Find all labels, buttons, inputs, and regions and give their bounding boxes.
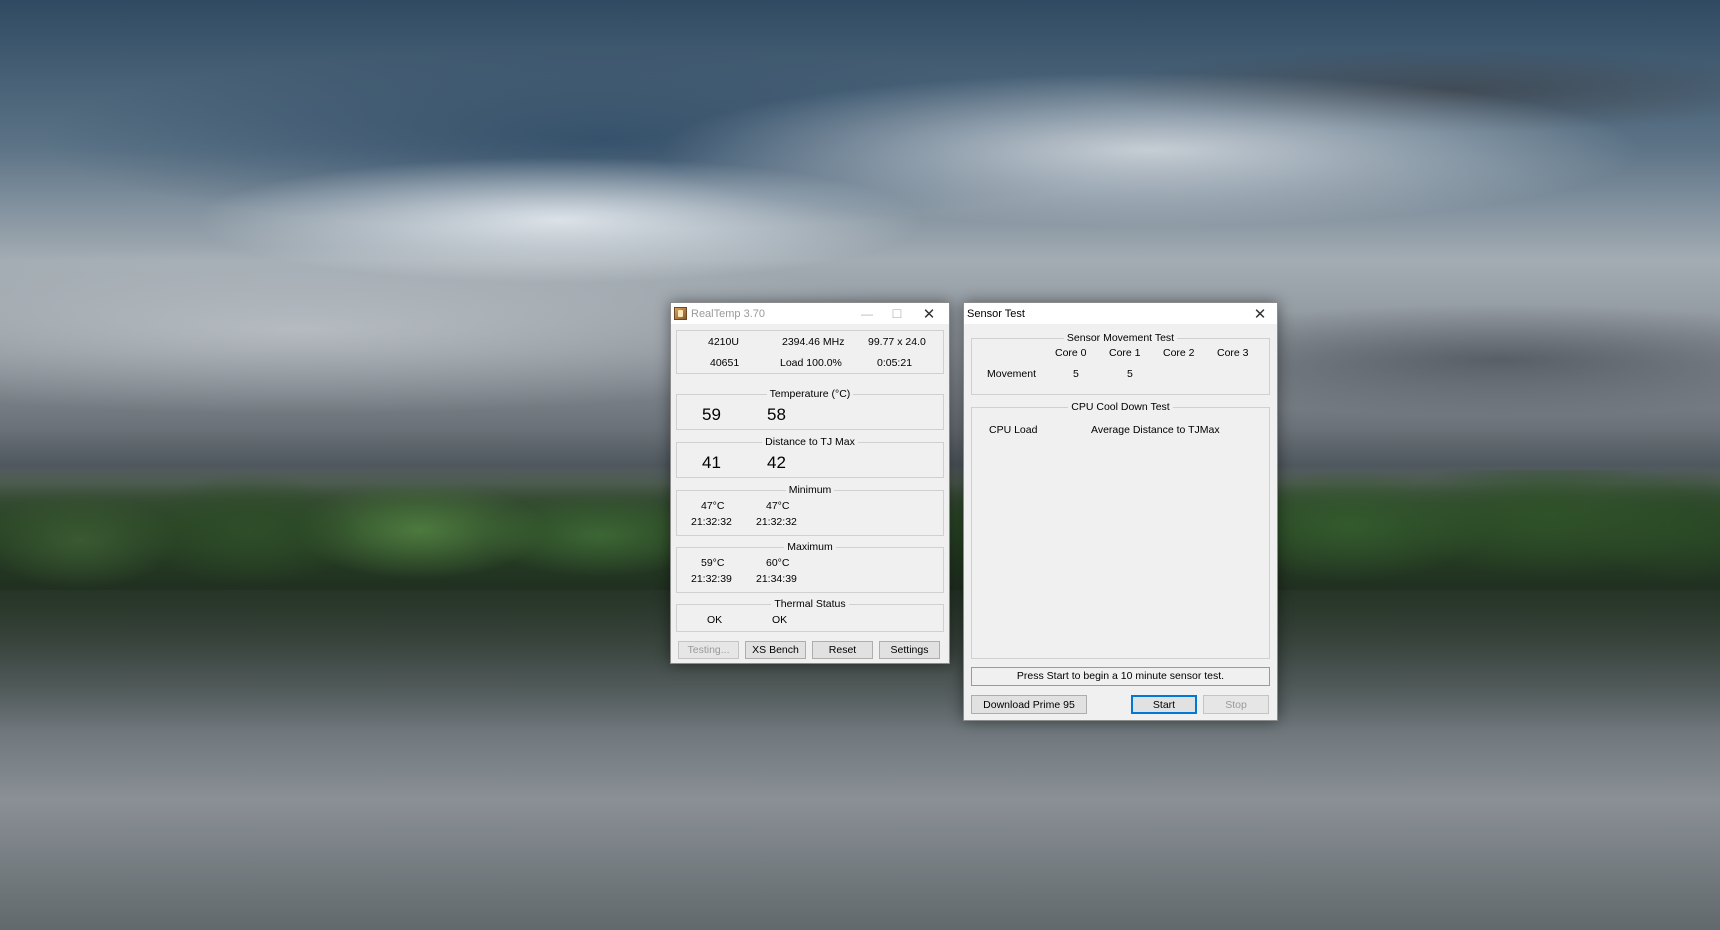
cooldown-label: CPU Cool Down Test [1068,401,1173,413]
core1-max-temp: 60°C [766,557,790,569]
minimum-group: Minimum 47°C 47°C 21:32:32 21:32:32 [676,484,944,536]
core1-max-time: 21:34:39 [756,573,797,585]
distance-label: Distance to TJ Max [762,436,858,448]
core0-distance: 41 [702,453,721,472]
cpu-info-group: 4210U 2394.46 MHz 99.77 x 24.0 40651 Loa… [676,330,944,374]
movement-row-label: Movement [987,368,1037,380]
cpu-vid: 40651 [710,357,740,369]
realtemp-app-icon [674,307,687,320]
minimum-label: Minimum [785,484,835,496]
cpu-load: Load 100.0% [780,357,842,369]
testing-button[interactable]: Testing... [678,641,739,659]
core0-max-time: 21:32:39 [691,573,732,585]
close-icon[interactable]: ✕ [1242,303,1278,324]
movement-value: 5 [1073,368,1079,380]
core1-temperature: 58 [767,405,786,424]
avg-distance-header: Average Distance to TJMax [1091,424,1220,436]
cpu-multiplier: 99.77 x 24.0 [868,336,926,348]
core0-min-time: 21:32:32 [691,516,732,528]
status-message: Press Start to begin a 10 minute sensor … [971,667,1270,686]
core1-thermal-status: OK [772,614,788,626]
uptime: 0:05:21 [877,357,913,369]
realtemp-window: RealTemp 3.70 — ☐ ✕ 4210U 2394.46 MHz 99… [670,302,950,664]
movement-value: 5 [1127,368,1133,380]
sensor-movement-group: Sensor Movement Test Core 0 Core 1 Core … [971,332,1270,395]
core-header: Core 0 [1055,347,1087,359]
sensor-movement-label: Sensor Movement Test [1063,332,1178,344]
core0-temperature: 59 [702,405,721,424]
realtemp-titlebar[interactable]: RealTemp 3.70 — ☐ ✕ [671,303,949,324]
cpu-load-header: CPU Load [989,424,1038,436]
maximize-icon[interactable]: ☐ [879,303,915,324]
settings-button[interactable]: Settings [879,641,940,659]
maximum-label: Maximum [784,541,836,553]
cpu-model: 4210U [708,336,739,348]
start-button[interactable]: Start [1131,695,1197,714]
thermal-status-label: Thermal Status [771,598,849,610]
core0-max-temp: 59°C [701,557,725,569]
xs-bench-button[interactable]: XS Bench [745,641,806,659]
temperature-group: Temperature (°C) 59 58 [676,388,944,430]
sensor-test-titlebar[interactable]: Sensor Test ✕ [964,303,1277,324]
download-prime95-button[interactable]: Download Prime 95 [971,695,1087,714]
sensor-test-window: Sensor Test ✕ Sensor Movement Test Core … [963,302,1278,721]
core-header: Core 2 [1163,347,1195,359]
core-header: Core 3 [1217,347,1249,359]
distance-group: Distance to TJ Max 41 42 [676,436,944,478]
close-icon[interactable]: ✕ [911,303,947,324]
cooldown-group: CPU Cool Down Test CPU Load Average Dist… [971,401,1270,659]
core1-min-temp: 47°C [766,500,790,512]
thermal-status-group: Thermal Status OK OK [676,598,944,632]
core1-distance: 42 [767,453,786,472]
core0-min-temp: 47°C [701,500,725,512]
core1-min-time: 21:32:32 [756,516,797,528]
core-header: Core 1 [1109,347,1141,359]
realtemp-title: RealTemp 3.70 [691,307,765,320]
reset-button[interactable]: Reset [812,641,873,659]
core0-thermal-status: OK [707,614,723,626]
temperature-label: Temperature (°C) [766,388,854,400]
sensor-test-title: Sensor Test [967,307,1025,320]
maximum-group: Maximum 59°C 60°C 21:32:39 21:34:39 [676,541,944,593]
cpu-frequency: 2394.46 MHz [782,336,845,348]
stop-button[interactable]: Stop [1203,695,1269,714]
